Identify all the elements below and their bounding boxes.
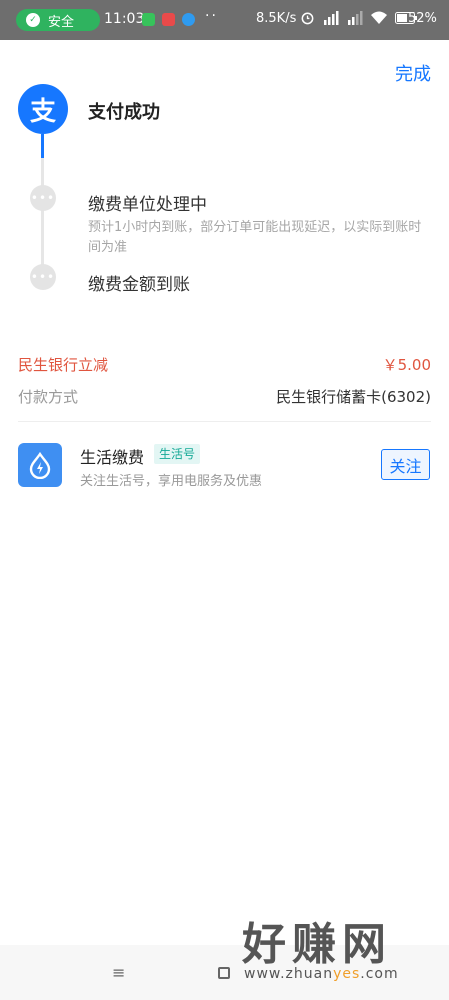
payment-result-card: 完成 支 支付成功 ••• 缴费单位处理中 预计1小时内到账，部分订单可能出现延… [0, 40, 449, 945]
watermark-url: www.zhuanyes.com [244, 966, 399, 982]
qq-icon [182, 13, 195, 26]
battery-level: 52% [408, 11, 437, 26]
system-icons [300, 10, 417, 25]
discount-value: ￥5.00 [382, 356, 431, 374]
ellipsis-icon: ••• [30, 185, 56, 211]
water-drop-bolt-icon[interactable] [18, 443, 62, 487]
service-name[interactable]: 生活缴费 [80, 444, 144, 468]
watermark-url-post: .com [360, 966, 399, 982]
timeline-progress-line [41, 134, 44, 158]
network-speed: 8.5K/s [256, 11, 297, 26]
step-processing-title: 缴费单位处理中 [88, 195, 207, 215]
follow-button[interactable]: 关注 [381, 449, 430, 480]
watermark-url-pre: www.zhuan [244, 966, 334, 982]
alarm-icon [301, 12, 314, 25]
discount-label: 民生银行立减 [18, 356, 109, 374]
service-badge: 生活号 [154, 444, 201, 464]
step-arrived-title: 缴费金额到账 [88, 275, 190, 295]
discount-row: 民生银行立减 ￥5.00 [18, 354, 431, 375]
menu-icon[interactable]: ≡ [112, 963, 125, 982]
alipay-logo-char: 支 [29, 96, 56, 127]
done-button[interactable]: 完成 [395, 60, 431, 86]
payment-method-row: 付款方式 民生银行储蓄卡(6302) [18, 386, 431, 407]
payment-method-value: 民生银行储蓄卡(6302) [276, 388, 431, 406]
shield-icon: ✓ [26, 13, 40, 27]
more-notifications-icon: ·· [205, 8, 218, 24]
wifi-icon [371, 11, 387, 24]
app-notification-icon [162, 13, 175, 26]
status-bar: ✓ 安全 11:03 ·· 8.5K/s 52% [0, 0, 449, 40]
safety-pill: ✓ 安全 [16, 9, 100, 31]
watermark-url-highlight: yes [333, 966, 361, 982]
signal-icon [324, 10, 339, 25]
alipay-logo-icon: 支 [18, 84, 68, 134]
watermark-logo: 好赚网 [242, 919, 392, 970]
wechat-icon [142, 13, 155, 26]
divider [18, 421, 431, 422]
service-desc: 关注生活号，享用电服务及优惠 [80, 474, 263, 489]
status-time: 11:03 [104, 11, 145, 27]
signal-icon-2 [348, 10, 363, 25]
notification-icons [142, 13, 195, 26]
payment-method-label: 付款方式 [18, 388, 79, 406]
timeline-pending-line [41, 158, 44, 266]
step-processing-desc: 预计1小时内到账，部分订单可能出现延迟，以实际到账时间为准 [88, 220, 422, 255]
safety-label: 安全 [48, 14, 75, 30]
home-icon[interactable] [218, 967, 230, 979]
ellipsis-icon: ••• [30, 264, 56, 290]
payment-success-title: 支付成功 [88, 102, 160, 123]
